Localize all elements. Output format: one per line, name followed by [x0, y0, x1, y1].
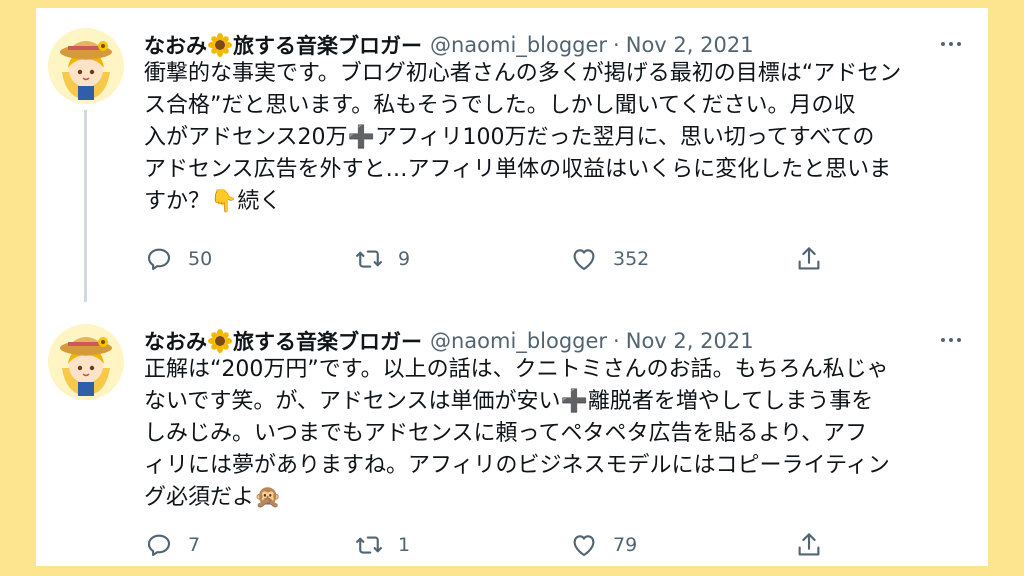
retweet-icon [356, 250, 382, 268]
avatar[interactable] [48, 324, 124, 400]
more-icon[interactable] [936, 32, 966, 56]
share-button[interactable] [794, 530, 838, 560]
tweet-header: なおみ 旅する音楽ブロガー @naomi_blogger · Nov 2, 20… [144, 30, 754, 60]
tweet-actions: 7 1 79 [144, 530, 820, 560]
reply-icon [147, 534, 171, 557]
tweet-text-line: しみじみ。いつまでもアドセンスに頼ってペタペタ広告を貼るより、アフ [144, 421, 868, 446]
tweet-text-line: ス合格”だと思います。私もそうでした。しかし聞いてください。月の収 [144, 93, 856, 118]
tweet-1[interactable]: なおみ 旅する音楽ブロガー @naomi_blogger · Nov 2, 20… [36, 8, 988, 302]
reply-count: 7 [188, 534, 201, 556]
share-icon [798, 247, 820, 270]
avatar[interactable] [48, 28, 124, 104]
tweet-text-line: すか？👇続く [144, 189, 282, 214]
like-count: 79 [613, 534, 638, 556]
tweet-thread: なおみ 旅する音楽ブロガー @naomi_blogger · Nov 2, 20… [36, 8, 988, 566]
tweet-2[interactable]: なおみ 旅する音楽ブロガー @naomi_blogger · Nov 2, 20… [36, 304, 988, 566]
tweet-text: 衝撃的な事実です。ブログ初心者さんの多くが掲げる最初の目標は“アドセン ス合格”… [144, 58, 974, 218]
retweet-button[interactable]: 1 [354, 530, 410, 560]
retweet-count: 9 [398, 248, 411, 270]
like-button[interactable]: 352 [569, 244, 649, 274]
tweet-actions: 50 9 352 [144, 244, 820, 274]
tweet-text-line: アドセンス広告を外すと…アフィリ単体の収益はいくらに変化したと思いま [144, 157, 892, 182]
author-name[interactable]: なおみ 旅する音楽ブロガー [144, 30, 422, 60]
tweet-text: 正解は“200万円”です。以上の話は、クニトミさんのお話。もちろん私じゃ ないで… [144, 354, 974, 514]
like-button[interactable]: 79 [569, 530, 637, 560]
like-count: 352 [613, 248, 650, 270]
heart-icon [573, 249, 595, 271]
retweet-count: 1 [398, 534, 411, 556]
tweet-text-line: ィリには夢がありますね。アフィリのビジネスモデルにはコピーライティン [144, 453, 890, 478]
tweet-header: なおみ 旅する音楽ブロガー @naomi_blogger · Nov 2, 20… [144, 326, 754, 356]
tweet-text-line: 入がアドセンス20万➕アフィリ100万だった翌月に、思い切ってすべての [144, 125, 875, 150]
author-name-part1: なおみ [144, 34, 207, 58]
retweet-button[interactable]: 9 [354, 244, 410, 274]
heart-icon [573, 535, 595, 557]
author-name[interactable]: なおみ 旅する音楽ブロガー [144, 326, 422, 356]
reply-count: 50 [188, 248, 213, 270]
reply-icon [147, 248, 171, 271]
reply-button[interactable]: 50 [144, 244, 212, 274]
author-name-part1: なおみ [144, 330, 207, 354]
tweet-date[interactable]: Nov 2, 2021 [626, 33, 754, 57]
share-button[interactable] [794, 244, 838, 274]
tweet-text-line: グ必須だよ🙊 [144, 485, 282, 510]
tweet-text-line: 衝撃的な事実です。ブログ初心者さんの多くが掲げる最初の目標は“アドセン [144, 61, 902, 86]
sunflower-icon [208, 329, 232, 353]
separator-dot: · [613, 329, 620, 353]
tweet-date[interactable]: Nov 2, 2021 [626, 329, 754, 353]
share-icon [798, 533, 820, 556]
author-name-part2: 旅する音楽ブロガー [233, 34, 422, 58]
avatar-illustration [48, 324, 124, 400]
thread-connector-line [84, 110, 87, 302]
tweet-text-line: 正解は“200万円”です。以上の話は、クニトミさんのお話。もちろん私じゃ [144, 357, 889, 382]
author-handle[interactable]: @naomi_blogger [430, 33, 607, 57]
reply-button[interactable]: 7 [144, 530, 200, 560]
more-icon[interactable] [936, 328, 966, 352]
author-handle[interactable]: @naomi_blogger [430, 329, 607, 353]
retweet-icon [356, 536, 382, 554]
tweet-text-line: ないです笑。が、アドセンスは単価が安い➕離脱者を増やしてしまう事を [144, 389, 874, 414]
sunflower-icon [208, 33, 232, 57]
author-name-part2: 旅する音楽ブロガー [233, 330, 422, 354]
avatar-illustration [48, 28, 124, 104]
separator-dot: · [613, 33, 620, 57]
